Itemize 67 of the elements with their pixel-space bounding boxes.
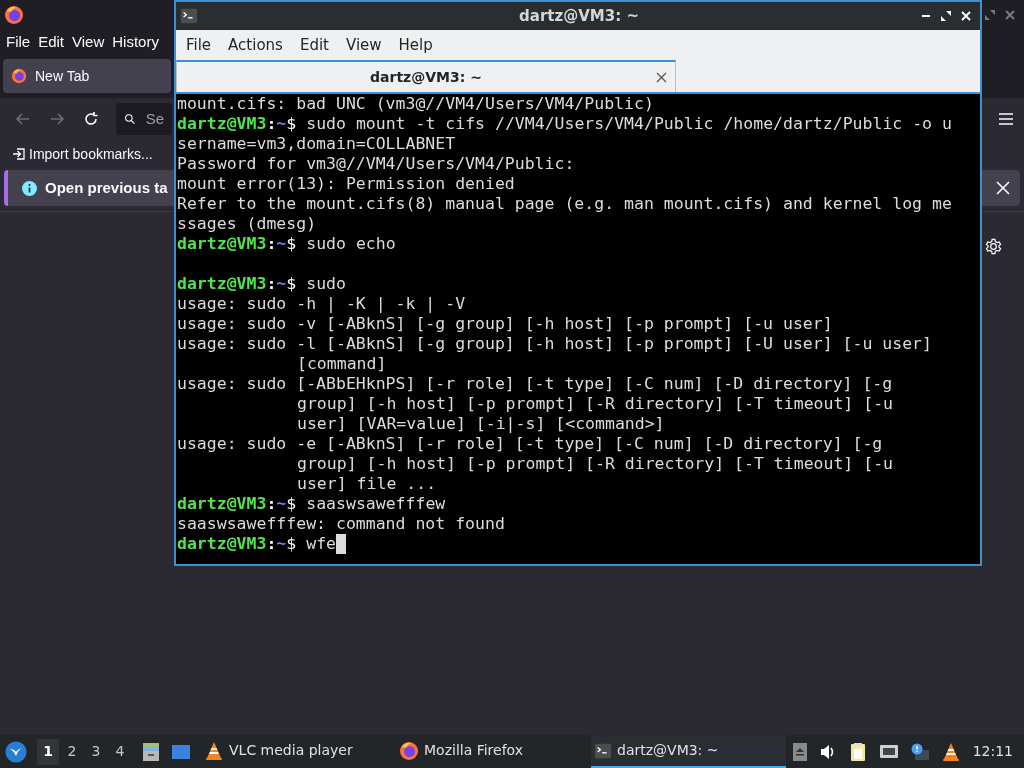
taskbar-task[interactable]: dartz@VM3: ~	[591, 735, 786, 768]
terminal-line: usage: sudo -e [-ABknS] [-r role] [-t type] [-C num] [-D directory] [-g	[177, 434, 883, 454]
terminal-line: user] [VAR=value] [-i|-s] [<command>]	[297, 414, 665, 434]
terminal-line: dartz@VM3:~$ sudo mount -t cifs //VM4/Users/VM4/Public /home/dartz/Public -o u	[177, 114, 952, 134]
workspace-button[interactable]: 4	[109, 738, 131, 765]
taskbar-task[interactable]: Mozilla Firefox	[396, 735, 591, 768]
menu-item[interactable]: File	[6, 30, 31, 54]
terminal-line: group] [-h host] [-p prompt] [-R directory] [-T timeout] [-u	[297, 454, 894, 474]
maximize-icon[interactable]	[940, 10, 952, 22]
terminal-line: Password for vm3@//VM4/Users/VM4/Public:	[177, 154, 575, 174]
terminal-line: saaswsawefffew: command not found	[177, 514, 505, 534]
workspace-button[interactable]: 2	[61, 738, 83, 765]
terminal-line: user] file ...	[297, 474, 437, 494]
menu-item[interactable]: Help	[392, 33, 439, 57]
menu-icon[interactable]	[998, 112, 1014, 126]
workspace-button[interactable]: 3	[85, 738, 107, 765]
terminal-line: sername=vm3,domain=COLLABNET	[177, 134, 456, 154]
menu-item[interactable]: View	[72, 30, 105, 54]
taskbar-task[interactable]: VLC media player	[201, 735, 396, 768]
terminal-line: dartz@VM3:~$ sudo echo	[177, 234, 396, 254]
terminal-line: ssages (dmesg)	[177, 214, 317, 234]
file-cabinet-icon[interactable]	[141, 741, 161, 762]
notification-text: Open previous ta	[45, 177, 168, 198]
bookmark-item[interactable]: Import bookmarks...	[12, 143, 153, 165]
terminal-tab[interactable]: dartz@VM3: ~	[176, 60, 676, 92]
notification-icon[interactable]	[910, 742, 929, 761]
terminal-line: mount.cifs: bad UNC (vm3@//VM4/Users/VM4/Public)	[177, 94, 654, 114]
menu-item[interactable]: Edit	[38, 30, 65, 54]
window-title: dartz@VM3: ~	[518, 5, 640, 27]
traffic-cone-icon[interactable]	[940, 741, 961, 762]
info-icon	[22, 180, 37, 196]
workspace-button[interactable]: 1	[37, 738, 59, 765]
terminal-line: mount error(13): Permission denied	[177, 174, 515, 194]
terminal-line: dartz@VM3:~$ saaswsawefffew	[177, 494, 446, 514]
close-tab-icon[interactable]	[656, 71, 667, 83]
menu-item[interactable]: View	[339, 33, 388, 57]
terminal-line: usage: sudo [-ABbEHknPS] [-r role] [-t type] [-C num] [-D directory] [-g	[177, 374, 893, 394]
restore-icon[interactable]	[984, 9, 996, 21]
terminal-line: usage: sudo -h | -K | -k | -V	[177, 294, 466, 314]
search-field[interactable]: Se	[116, 103, 172, 135]
eject-icon[interactable]	[792, 742, 807, 761]
terminal-icon	[180, 7, 198, 25]
terminal-line: usage: sudo -l [-ABknS] [-g group] [-h host] [-p prompt] [-U user] [-u user]	[177, 334, 932, 354]
menu-item[interactable]: File	[180, 33, 218, 57]
terminal-line: group] [-h host] [-p prompt] [-R directory] [-T timeout] [-u	[297, 394, 894, 414]
settings-icon[interactable]	[985, 238, 1002, 255]
firefox-icon	[4, 5, 24, 25]
terminal-line: [command]	[297, 354, 387, 374]
clipboard-icon[interactable]	[848, 741, 867, 762]
terminal-icon	[594, 741, 612, 760]
traffic-cone-icon	[204, 740, 224, 761]
network-icon[interactable]	[878, 742, 899, 761]
terminal-line: Refer to the mount.cifs(8) manual page (e.g. man mount.cifs) and kernel log me	[177, 194, 952, 214]
firefox-icon	[11, 68, 27, 84]
clock[interactable]: 12:11	[972, 741, 1013, 762]
terminal-line: usage: sudo -v [-ABknS] [-g group] [-h host] [-p prompt] [-u user]	[177, 314, 833, 334]
terminal-line: dartz@VM3:~$ sudo	[177, 274, 346, 294]
menu-item[interactable]: Edit	[293, 33, 335, 57]
close-icon[interactable]	[996, 181, 1010, 195]
close-icon[interactable]	[960, 10, 972, 22]
import-icon	[12, 147, 26, 161]
browser-tab[interactable]: New Tab	[3, 59, 171, 93]
terminal-line: dartz@VM3:~$ wfe	[177, 534, 347, 554]
menu-item[interactable]: Actions	[222, 33, 289, 57]
firefox-icon	[399, 740, 419, 761]
reload-icon[interactable]	[82, 110, 100, 128]
menu-item[interactable]: History	[112, 30, 159, 54]
